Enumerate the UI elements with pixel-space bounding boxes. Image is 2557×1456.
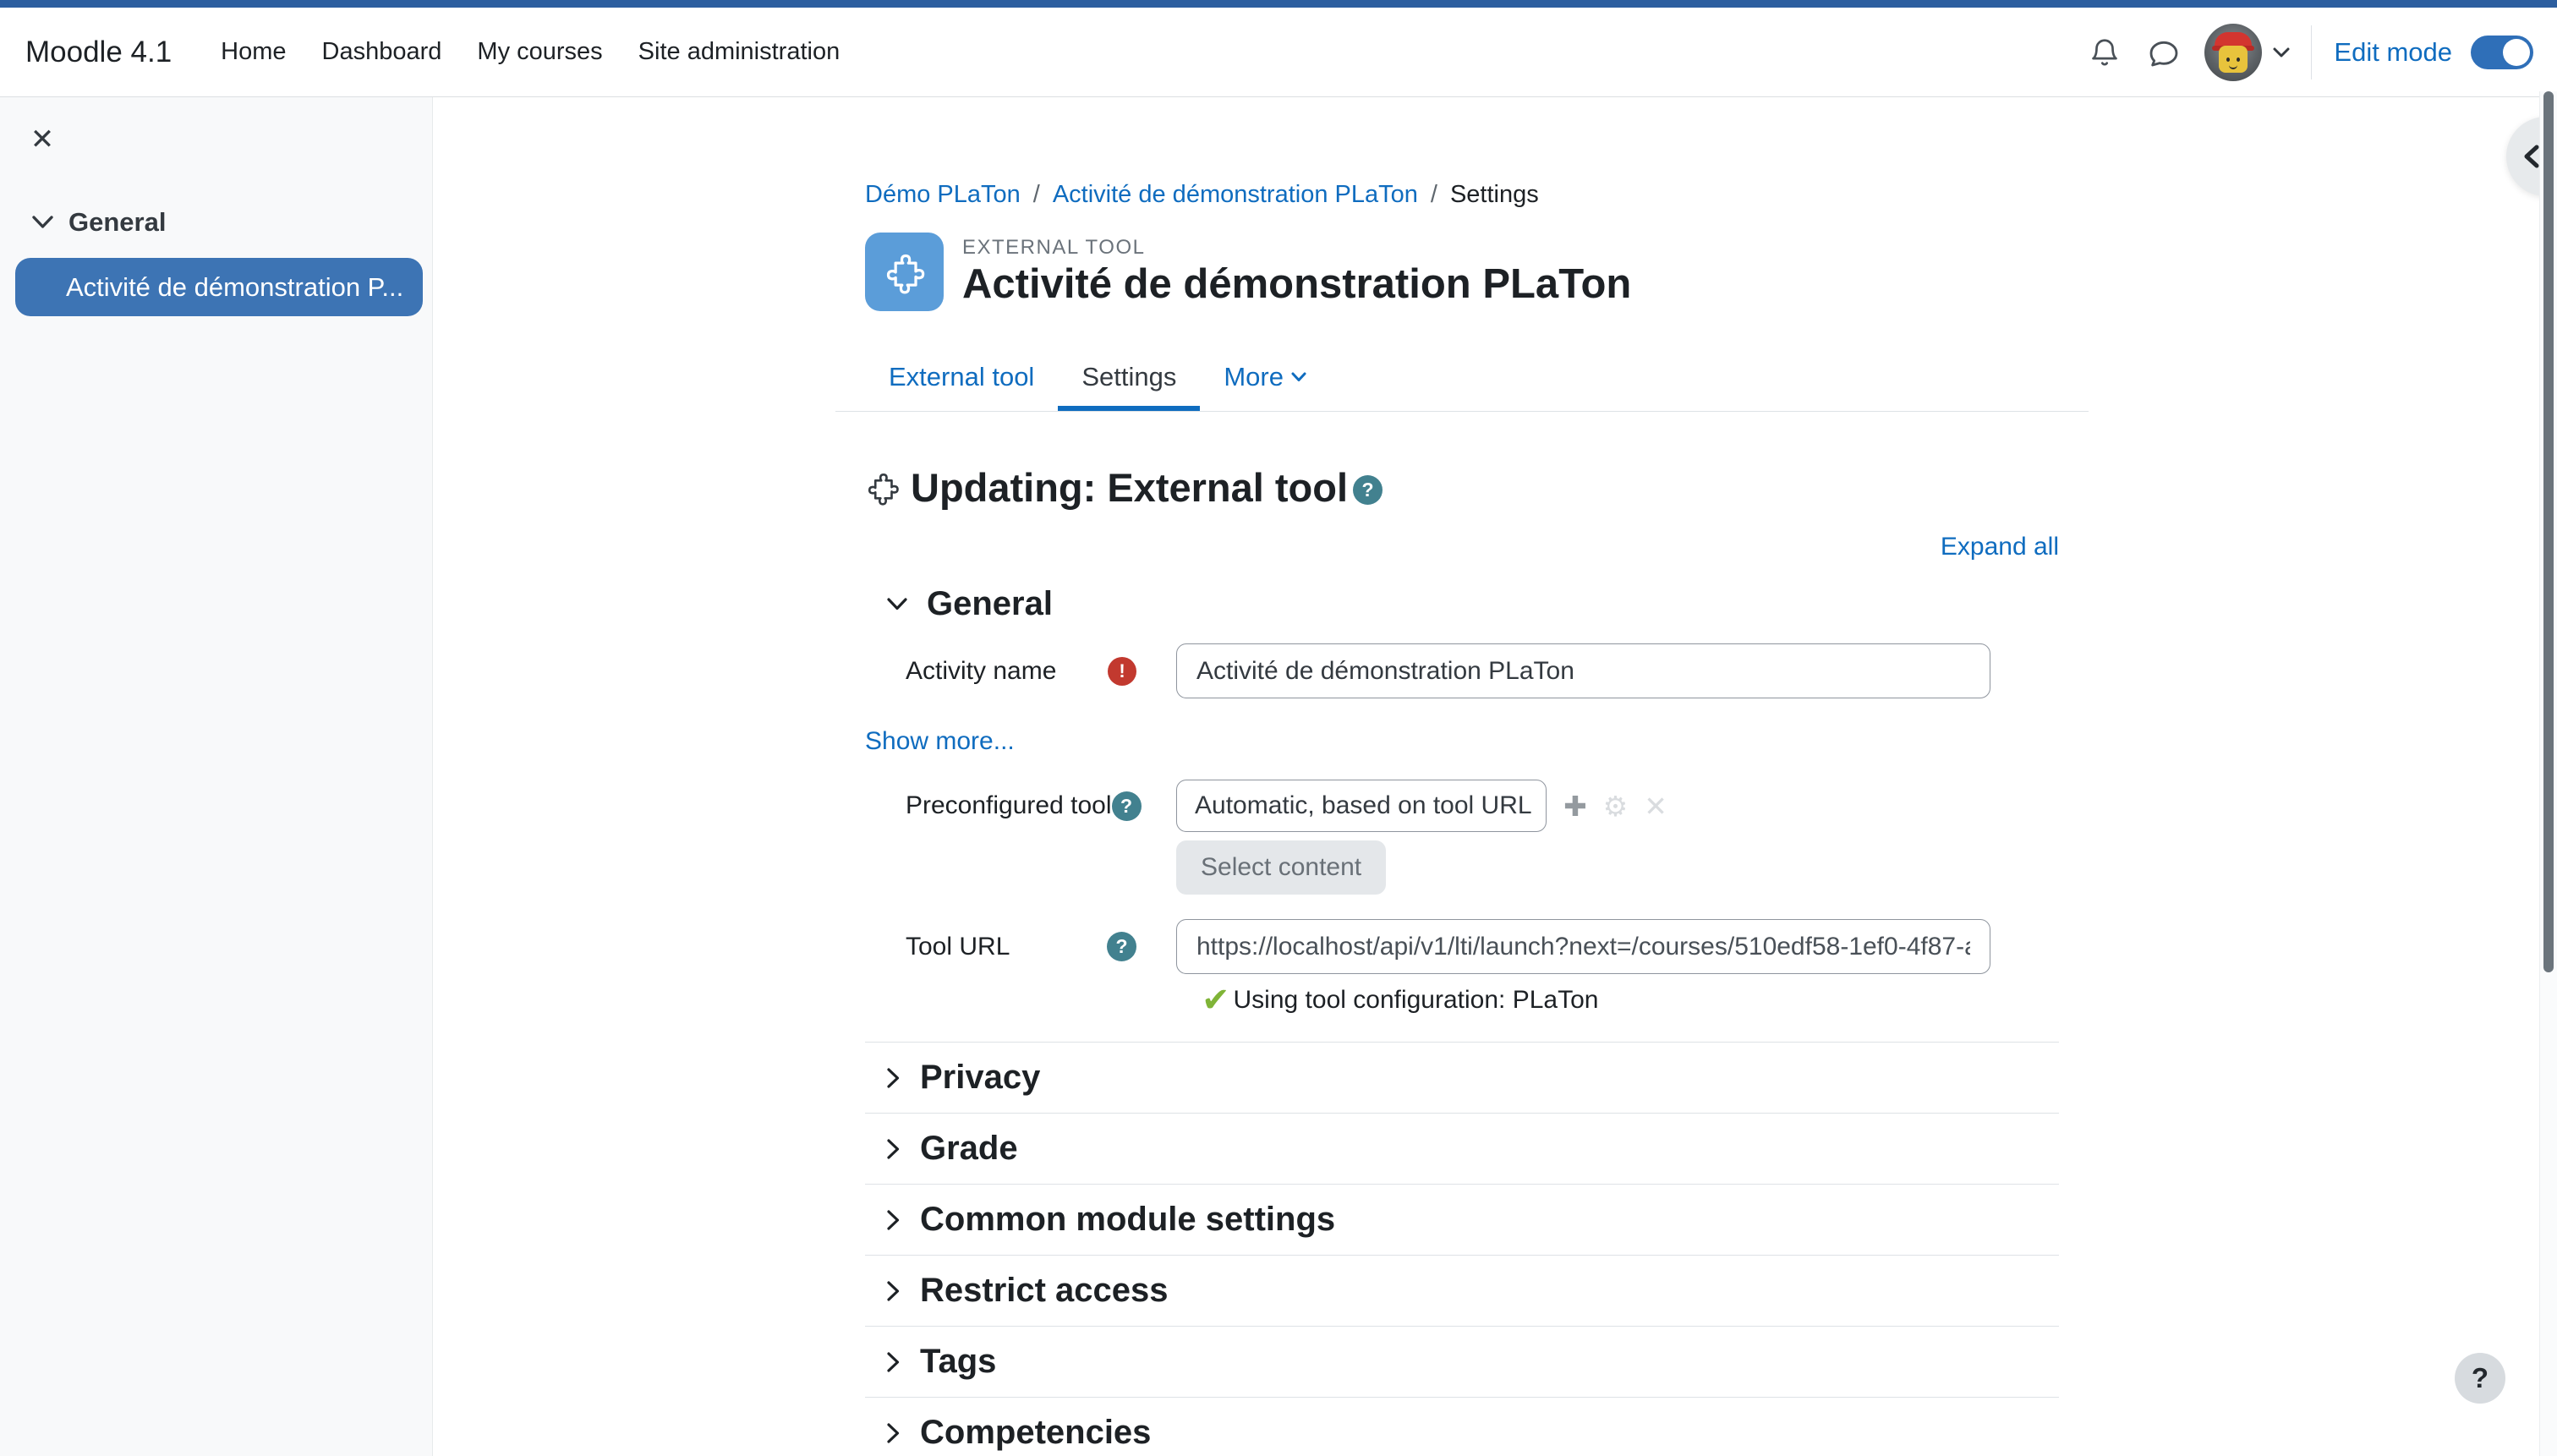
tertiary-tabs: External tool Settings More [835, 350, 2089, 412]
course-index-section-general[interactable]: General [31, 207, 166, 238]
floating-help-button[interactable]: ? [2455, 1353, 2505, 1404]
site-brand[interactable]: Moodle 4.1 [25, 36, 172, 69]
select-content-row: Select content [1176, 840, 2059, 895]
section-restrict-access[interactable]: Restrict access [865, 1255, 2059, 1326]
show-more-row: Show more... [865, 727, 2059, 756]
section-grade[interactable]: Grade [865, 1113, 2059, 1184]
chevron-right-icon [887, 1209, 900, 1230]
expand-all-link[interactable]: Expand all [1941, 533, 2059, 561]
chevron-right-icon [887, 1067, 900, 1088]
expand-all-row: Expand all [865, 533, 2059, 561]
preconfigured-tool-actions: ✚ ⚙ ✕ [1563, 792, 1667, 820]
nav-link-dashboard[interactable]: Dashboard [304, 38, 460, 66]
chevron-down-icon [32, 216, 53, 228]
user-menu-chevron-down-icon[interactable] [2272, 47, 2291, 58]
nav-link-my-courses[interactable]: My courses [459, 38, 620, 66]
form-heading-row: Updating: External tool ? [865, 464, 2059, 511]
section-general[interactable]: General [865, 585, 2059, 623]
activity-name-input[interactable] [1176, 643, 1990, 698]
activity-name-label: Activity name [906, 656, 1057, 685]
delete-tool-x-icon[interactable]: ✕ [1644, 792, 1667, 820]
tab-more[interactable]: More [1200, 350, 1330, 411]
breadcrumb-activity-link[interactable]: Activité de démonstration PLaTon [1053, 181, 1418, 209]
nav-link-site-administration[interactable]: Site administration [621, 38, 858, 66]
notifications-bell-icon[interactable] [2084, 32, 2125, 73]
drawer-close-icon[interactable]: ✕ [25, 123, 59, 156]
scrollbar-track[interactable] [2539, 91, 2557, 1456]
page-title: Activité de démonstration PLaTon [962, 261, 1632, 307]
section-tags[interactable]: Tags [865, 1326, 2059, 1397]
section-privacy[interactable]: Privacy [865, 1042, 2059, 1113]
activity-name-row: Activity name ! [865, 643, 2059, 698]
tool-url-label: Tool URL [906, 932, 1010, 961]
messages-chat-icon[interactable] [2144, 32, 2184, 73]
activity-type-eyebrow: EXTERNAL TOOL [962, 236, 1146, 259]
nav-link-home[interactable]: Home [203, 38, 304, 66]
chevron-left-icon [2524, 145, 2539, 168]
section-common-module-settings[interactable]: Common module settings [865, 1184, 2059, 1255]
preconfigured-tool-select[interactable]: Automatic, based on tool URL [1176, 780, 1547, 832]
chevron-right-icon [887, 1280, 900, 1301]
user-avatar[interactable] [2204, 23, 2263, 81]
help-icon[interactable]: ? [1111, 791, 1142, 821]
show-more-link[interactable]: Show more... [865, 727, 1015, 755]
navbar-right: Edit mode [2066, 23, 2533, 81]
tool-config-status: ✔ Using tool configuration: PLaTon [1202, 983, 2059, 1017]
primary-nav: Home Dashboard My courses Site administr… [203, 38, 857, 66]
preconfigured-tool-row: Preconfigured tool ? Automatic, based on… [865, 780, 2059, 832]
course-index-item-active[interactable]: Activité de démonstration P... [15, 258, 423, 316]
external-tool-puzzle-icon [865, 233, 944, 311]
course-index-drawer: ✕ General Activité de démonstration P... [0, 97, 433, 1456]
required-icon: ! [1108, 656, 1136, 686]
course-index-section-label: General [68, 207, 167, 237]
chevron-right-icon [887, 1422, 900, 1443]
navbar: Moodle 4.1 Home Dashboard My courses Sit… [0, 8, 2557, 97]
form-heading: Updating: External tool [911, 465, 1348, 510]
breadcrumb-current: Settings [1449, 181, 1539, 208]
tab-external-tool[interactable]: External tool [865, 350, 1058, 411]
section-general-title: General [927, 585, 1053, 622]
tool-url-row: Tool URL ? [865, 919, 2059, 974]
top-accent-strip [0, 0, 2557, 8]
chevron-down-icon [887, 598, 907, 610]
puzzle-icon [868, 473, 899, 506]
add-tool-icon[interactable]: ✚ [1563, 792, 1587, 820]
section-competencies[interactable]: Competencies [865, 1397, 2059, 1456]
preconfigured-tool-label: Preconfigured tool [906, 791, 1112, 819]
breadcrumb-course-link[interactable]: Démo PLaTon [865, 181, 1021, 209]
help-icon[interactable]: ? [1107, 932, 1136, 961]
tool-url-input[interactable] [1176, 919, 1990, 974]
tool-config-status-text: Using tool configuration: PLaTon [1233, 986, 1599, 1014]
tab-settings[interactable]: Settings [1058, 350, 1201, 411]
breadcrumb: Démo PLaTon / Activité de démonstration … [865, 181, 1539, 209]
screen: Moodle 4.1 Home Dashboard My courses Sit… [0, 0, 2557, 1456]
edit-tool-gear-icon[interactable]: ⚙ [1603, 792, 1629, 820]
page-header: EXTERNAL TOOL Activité de démonstration … [865, 233, 2059, 311]
edit-mode-toggle[interactable] [2471, 35, 2533, 69]
collapsed-sections: Privacy Grade Common module settings Res… [865, 1042, 2059, 1456]
help-icon[interactable]: ? [1353, 475, 1383, 505]
check-icon: ✔ [1202, 982, 1230, 1019]
chevron-right-icon [887, 1138, 900, 1159]
edit-mode-label[interactable]: Edit mode [2334, 37, 2452, 68]
scrollbar-thumb[interactable] [2543, 91, 2554, 972]
select-content-button[interactable]: Select content [1176, 840, 1387, 895]
navbar-divider [2311, 25, 2313, 79]
chevron-down-icon [1291, 372, 1306, 382]
main-content: Démo PLaTon / Activité de démonstration … [433, 97, 2557, 1456]
chevron-right-icon [887, 1351, 900, 1372]
